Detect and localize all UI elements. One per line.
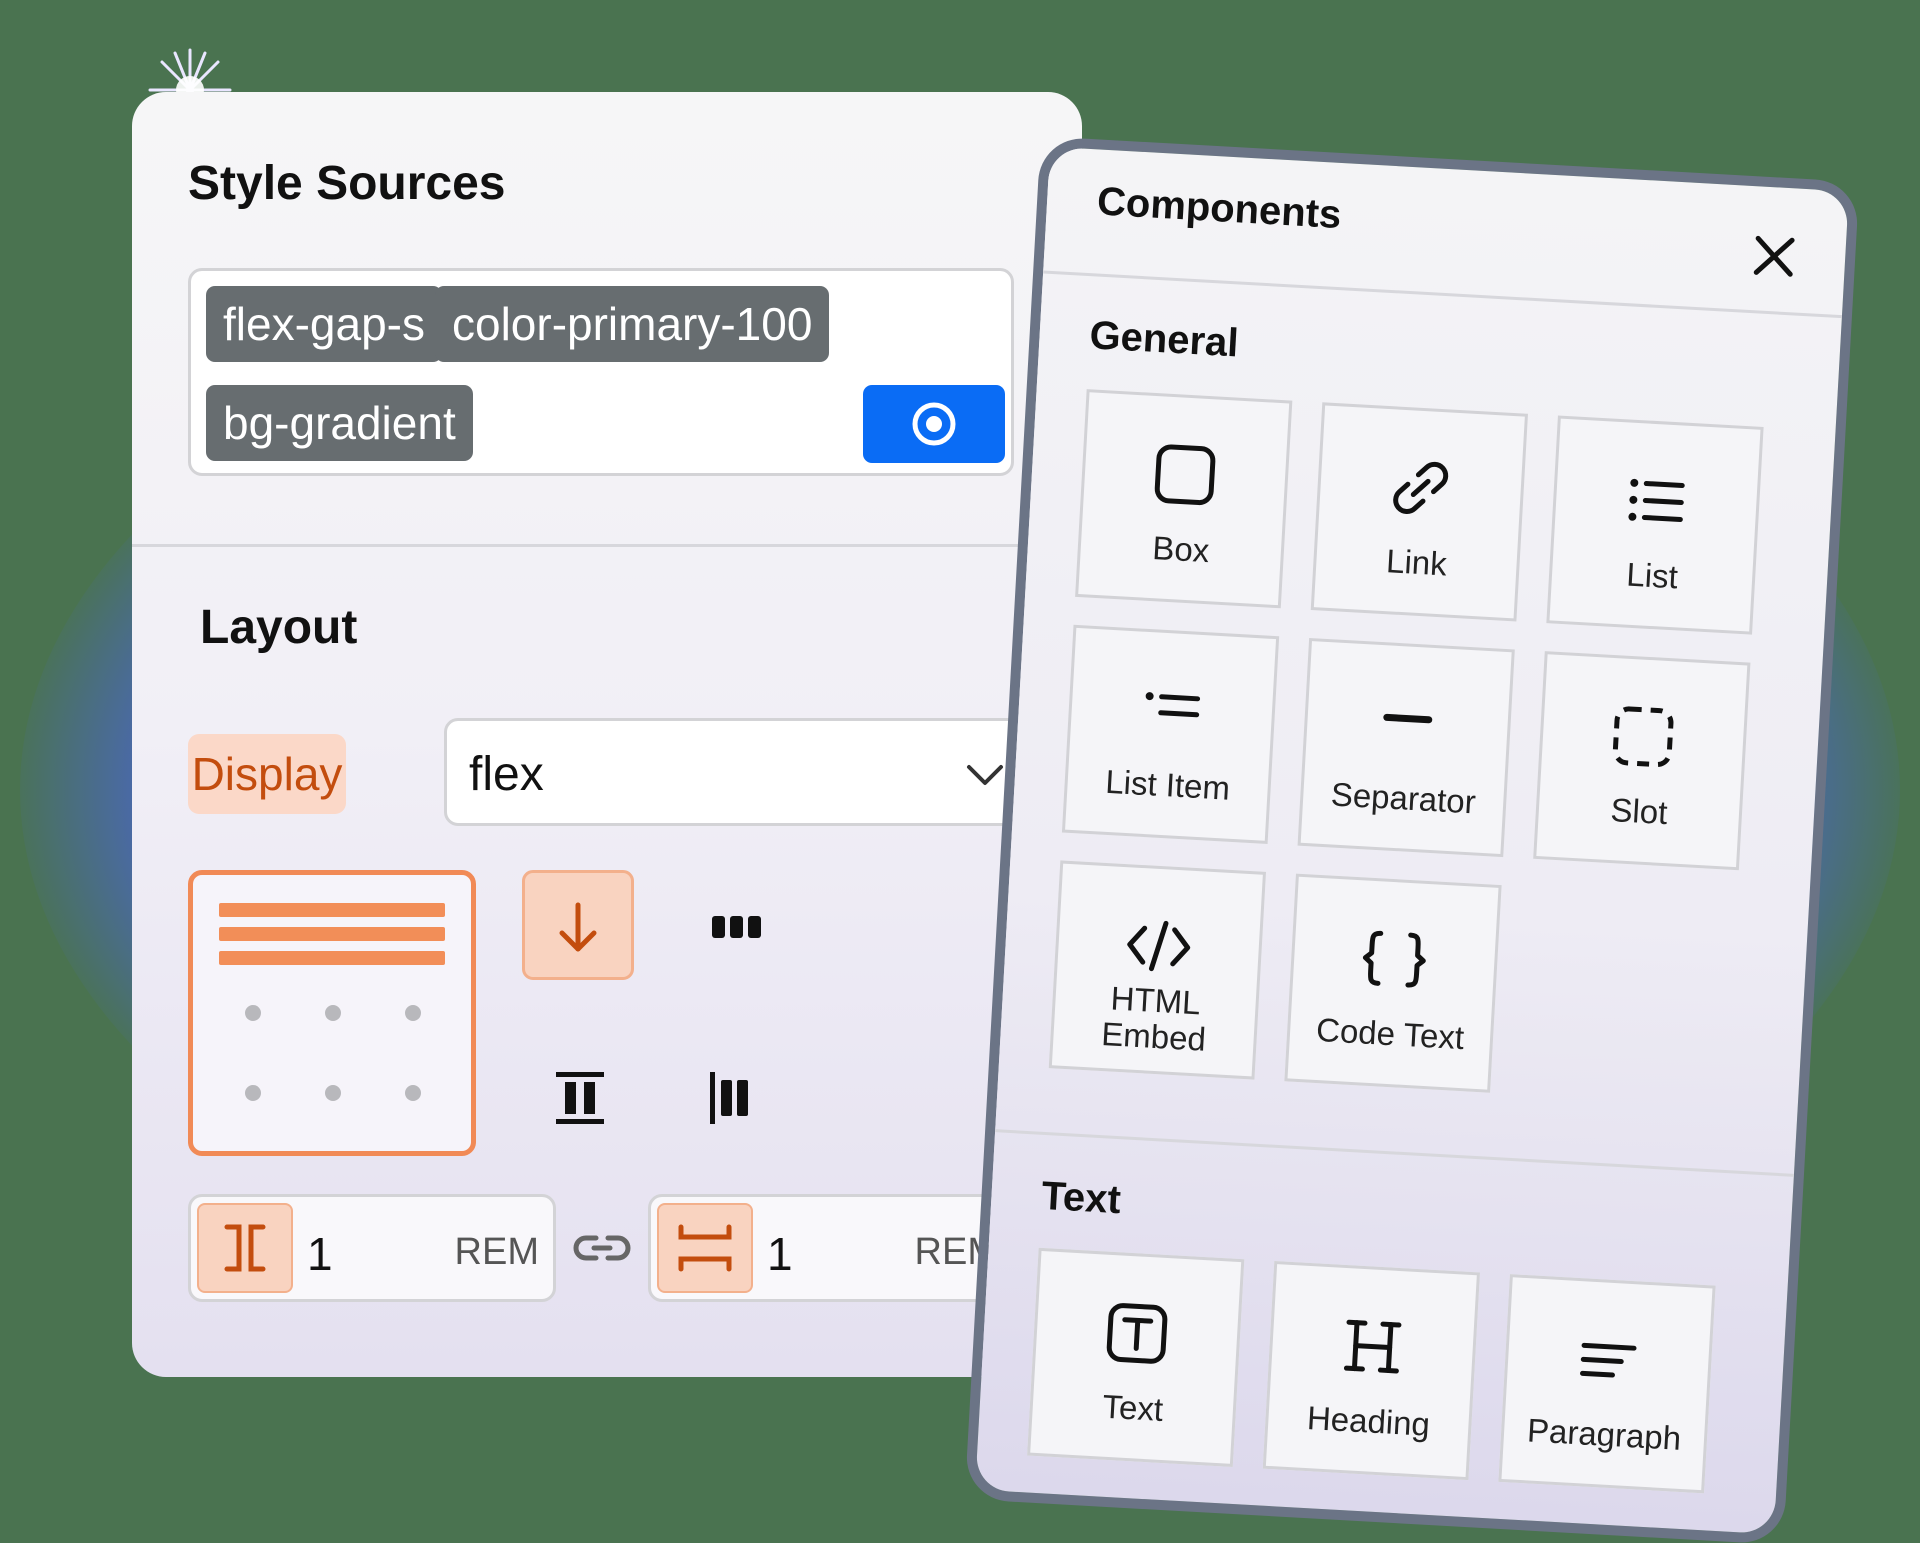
style-panel: Style Sources flex-gap-s color-primary-1… [132,92,1082,1377]
row-gap-icon [657,1203,753,1293]
style-source-tag[interactable]: color-primary-100 [435,286,830,362]
component-label: Link [1385,542,1448,583]
alignment-dot[interactable] [325,1085,341,1101]
align-items-icon[interactable] [704,1068,764,1128]
alignment-bar [219,903,445,917]
slot-icon [1612,706,1674,768]
column-gap-field[interactable]: 1 REM [188,1194,556,1302]
style-sources-input[interactable]: flex-gap-s color-primary-100 bg-gradient [188,268,1014,476]
style-source-tag[interactable]: bg-gradient [206,385,473,461]
display-label[interactable]: Display [188,734,346,814]
section-divider [132,544,1082,547]
component-tile-link[interactable]: Link [1310,402,1528,622]
component-label: Separator [1329,775,1477,821]
component-label: List [1625,555,1679,596]
text-icon [1106,1303,1168,1364]
column-gap-value: 1 [307,1228,333,1280]
alignment-dot[interactable] [325,1005,341,1021]
component-label: List Item [1104,762,1232,807]
section-divider [1043,270,1842,319]
alignment-bar [219,927,445,941]
component-tile-heading[interactable]: Heading [1262,1260,1480,1481]
target-button[interactable] [863,385,1005,463]
alignment-dot[interactable] [405,1005,421,1021]
components-panel: Components General Box Link List List It… [975,146,1849,1535]
components-title: Components [1095,179,1343,238]
arrow-down-icon [559,902,597,952]
component-tile-box[interactable]: Box [1075,389,1293,609]
component-tile-separator[interactable]: Separator [1297,637,1515,858]
component-tile-list-item[interactable]: List Item [1061,624,1280,844]
flex-direction-button[interactable] [522,870,634,980]
flex-wrap-icon[interactable] [708,908,768,944]
component-label: Heading [1306,1399,1431,1443]
list-icon [1628,478,1685,522]
column-gap-unit[interactable]: REM [455,1231,539,1274]
alignment-bar [219,951,445,965]
link-icon [1393,461,1449,514]
layout-title: Layout [200,601,358,654]
section-divider [995,1129,1794,1177]
component-label: Slot [1609,791,1669,832]
component-tile-paragraph[interactable]: Paragraph [1498,1274,1716,1494]
heading-icon [1343,1319,1402,1374]
code-embed-icon [1127,920,1191,972]
braces-icon [1362,930,1426,988]
component-tile-list[interactable]: List [1546,415,1764,635]
component-label: Text [1101,1387,1165,1428]
alignment-dot[interactable] [405,1085,421,1101]
component-tile-slot[interactable]: Slot [1533,651,1751,871]
general-section-title: General [1088,313,1240,366]
alignment-dot[interactable] [245,1085,261,1101]
component-label: Box [1151,529,1211,570]
row-gap-value: 1 [767,1228,793,1280]
list-item-icon [1145,692,1201,718]
box-icon [1154,444,1216,506]
row-gap-unit[interactable]: REM [915,1231,999,1274]
component-tile-text[interactable]: Text [1027,1247,1245,1467]
row-gap-field[interactable]: 1 REM [648,1194,1016,1302]
component-tile-code-text[interactable]: Code Text [1284,873,1502,1093]
component-label: Code Text [1315,1010,1466,1057]
alignment-grid[interactable] [188,870,476,1156]
display-select[interactable]: flex [444,718,1082,826]
style-source-tag[interactable]: flex-gap-s [206,286,442,362]
paragraph-icon [1580,1342,1637,1378]
display-select-value: flex [469,748,544,801]
component-label: HTML Embed [1100,979,1207,1058]
column-gap-icon [197,1203,293,1293]
chevron-down-icon [967,765,1003,785]
alignment-dot[interactable] [245,1005,261,1021]
justify-content-icon[interactable] [550,1068,610,1128]
close-icon[interactable] [1748,230,1801,283]
link-gaps-icon[interactable] [572,1228,632,1268]
style-sources-title: Style Sources [188,157,506,210]
target-icon [912,402,956,446]
component-tile-html-embed[interactable]: HTML Embed [1048,860,1267,1080]
separator-icon [1383,713,1433,724]
text-section-title: Text [1040,1173,1122,1223]
component-label: Paragraph [1526,1411,1683,1457]
